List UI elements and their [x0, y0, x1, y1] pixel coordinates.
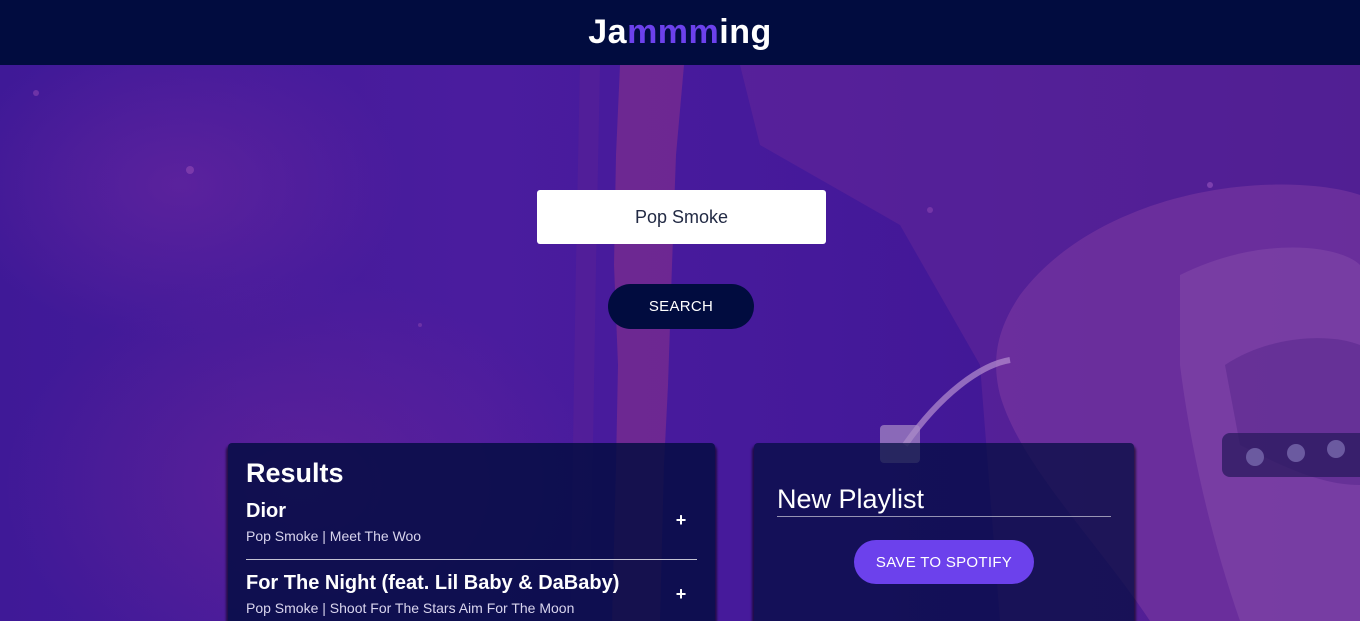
search-button[interactable]: SEARCH [608, 284, 754, 329]
playlist-name-input[interactable] [777, 483, 1111, 517]
logo-prefix: Ja [588, 13, 628, 51]
add-track-button[interactable]: + [671, 510, 691, 531]
app-logo: Jammming [588, 13, 772, 52]
logo-suffix: ing [719, 13, 772, 51]
app-header: Jammming [0, 0, 1360, 65]
search-results-panel: Results Dior Pop Smoke | Meet The Woo + … [228, 443, 715, 621]
search-input[interactable] [537, 190, 826, 244]
jammming-app: Jammming SEARCH Results Dior Pop Smoke |… [0, 0, 1360, 621]
track-name: Dior [246, 500, 286, 522]
track-artist-album: Pop Smoke | Shoot For The Stars Aim For … [246, 600, 575, 616]
save-to-spotify-button[interactable]: SAVE TO SPOTIFY [854, 540, 1034, 584]
results-title: Results [246, 458, 344, 488]
playlist-panel: SAVE TO SPOTIFY [754, 443, 1134, 621]
track-row: For The Night (feat. Lil Baby & DaBaby) … [246, 560, 697, 621]
track-row: Dior Pop Smoke | Meet The Woo + [246, 490, 697, 560]
track-artist-album: Pop Smoke | Meet The Woo [246, 528, 422, 544]
logo-accent: mmm [627, 13, 720, 51]
track-name: For The Night (feat. Lil Baby & DaBaby) [246, 572, 620, 594]
add-track-button[interactable]: + [671, 584, 691, 605]
